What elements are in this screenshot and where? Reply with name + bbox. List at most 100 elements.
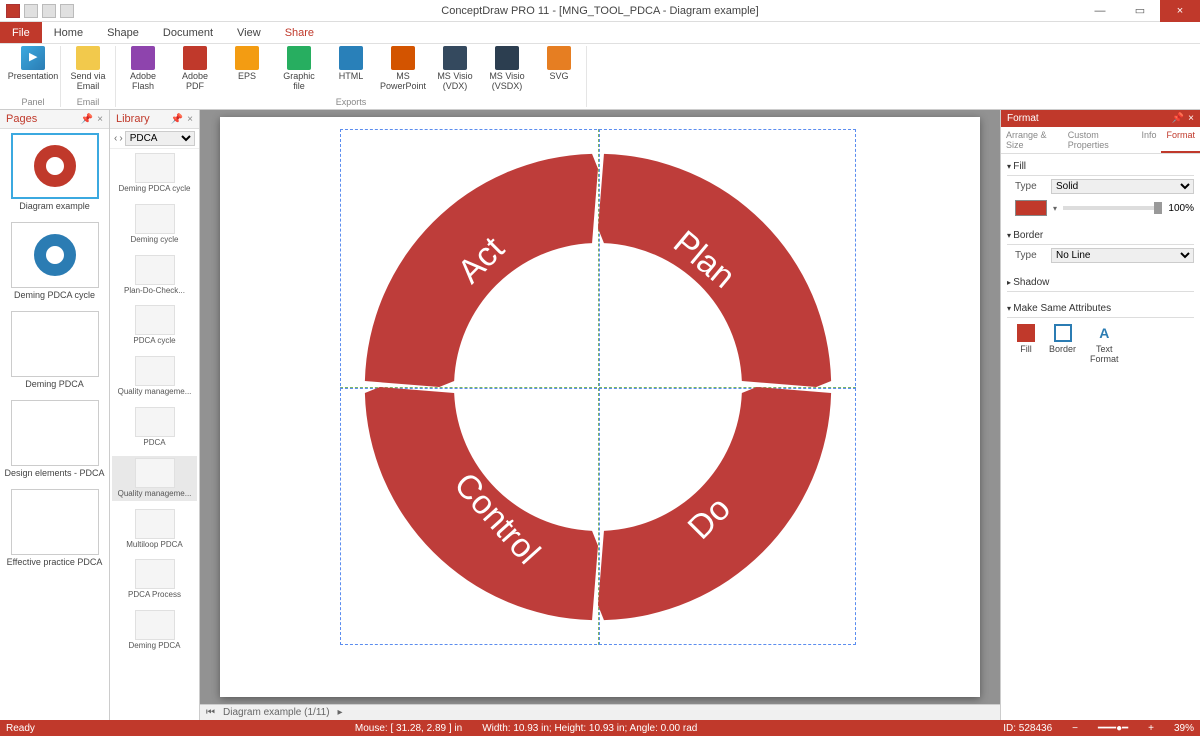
eps-label: EPS xyxy=(238,72,256,82)
minimize-button[interactable]: — xyxy=(1080,0,1120,22)
msa-section: Make Same Attributes Fill Border AText F… xyxy=(1001,296,1200,374)
title-bar: ConceptDraw PRO 11 - [MNG_TOOL_PDCA - Di… xyxy=(0,0,1200,22)
canvas-tab-bar: ⏮ Diagram example (1/11) ▸ xyxy=(200,704,1000,720)
canvas[interactable]: Plan Do Control Act xyxy=(200,110,1000,704)
export-flash-button[interactable]: Adobe Flash xyxy=(120,46,166,97)
library-item[interactable]: Deming PDCA cycle xyxy=(112,151,197,196)
page-thumb[interactable]: Deming PDCA cycle xyxy=(4,222,105,301)
group-label-panel: Panel xyxy=(10,97,56,107)
tab-arrange[interactable]: Arrange & Size xyxy=(1001,127,1063,153)
sheet-nav-first-icon[interactable]: ⏮ xyxy=(206,707,215,718)
maximize-button[interactable]: ▭ xyxy=(1120,0,1160,22)
tab-share[interactable]: Share xyxy=(273,22,326,43)
zoom-out-icon[interactable]: − xyxy=(1072,723,1078,734)
library-item[interactable]: PDCA cycle xyxy=(112,303,197,348)
vdx-icon xyxy=(443,46,467,70)
tab-file[interactable]: File xyxy=(0,22,42,43)
library-select[interactable]: PDCA xyxy=(125,131,195,146)
tab-shape[interactable]: Shape xyxy=(95,22,151,43)
zoom-slider[interactable]: ━━━●━ xyxy=(1098,723,1128,734)
tab-format[interactable]: Format xyxy=(1161,127,1200,153)
msa-border-button[interactable]: Border xyxy=(1049,324,1076,364)
page-thumb[interactable]: Diagram example xyxy=(4,133,105,212)
library-item[interactable]: PDCA xyxy=(112,405,197,450)
library-item-label: Quality manageme... xyxy=(114,490,195,499)
library-header: Library 📌 × xyxy=(110,110,199,129)
export-vdx-button[interactable]: MS Visio (VDX) xyxy=(432,46,478,97)
tab-home[interactable]: Home xyxy=(42,22,95,43)
msa-header[interactable]: Make Same Attributes xyxy=(1007,300,1194,318)
export-svg-button[interactable]: SVG xyxy=(536,46,582,97)
shadow-header[interactable]: Shadow xyxy=(1007,274,1194,292)
fill-type-select[interactable]: Solid xyxy=(1051,179,1194,194)
opacity-slider[interactable] xyxy=(1063,206,1162,210)
export-eps-button[interactable]: EPS xyxy=(224,46,270,97)
tab-info[interactable]: Info xyxy=(1136,127,1161,153)
library-panel: Library 📌 × ‹ › PDCA Deming PDCA cycle D… xyxy=(110,110,200,720)
svg-icon xyxy=(547,46,571,70)
library-item-label: Deming PDCA cycle xyxy=(114,185,195,194)
msa-fill-button[interactable]: Fill xyxy=(1017,324,1035,364)
fill-color-swatch[interactable] xyxy=(1015,200,1047,216)
fill-header[interactable]: Fill xyxy=(1007,158,1194,176)
export-html-button[interactable]: HTML xyxy=(328,46,374,97)
page-surface[interactable]: Plan Do Control Act xyxy=(220,117,980,697)
export-graphic-button[interactable]: Graphic file xyxy=(276,46,322,97)
qat-new-icon[interactable] xyxy=(24,4,38,18)
graphic-label: Graphic file xyxy=(283,72,315,92)
library-item-label: Quality manageme... xyxy=(114,388,195,397)
page-thumb[interactable]: Effective practice PDCA xyxy=(4,489,105,568)
page-thumb[interactable]: Deming PDCA xyxy=(4,311,105,390)
library-item[interactable]: Deming cycle xyxy=(112,202,197,247)
library-item[interactable]: Quality manageme... xyxy=(112,456,197,501)
library-item[interactable]: Plan-Do-Check... xyxy=(112,253,197,298)
sheet-nav-next-icon[interactable]: ▸ xyxy=(338,707,343,718)
opacity-value: 100% xyxy=(1168,203,1194,214)
pin-icon[interactable]: 📌 xyxy=(81,114,93,125)
library-item-label: Plan-Do-Check... xyxy=(114,287,195,296)
ribbon-group-panel: Presentation Panel xyxy=(6,46,61,107)
library-list[interactable]: Deming PDCA cycle Deming cycle Plan-Do-C… xyxy=(110,149,199,720)
library-item-label: PDCA Process xyxy=(114,591,195,600)
export-vsdx-button[interactable]: MS Visio (VSDX) xyxy=(484,46,530,97)
pdca-diagram[interactable]: Plan Do Control Act xyxy=(350,139,846,635)
close-panel-icon[interactable]: × xyxy=(97,114,103,125)
page-thumb[interactable]: Design elements - PDCA xyxy=(4,400,105,479)
library-item[interactable]: PDCA Process xyxy=(112,557,197,602)
msa-text-button[interactable]: AText Format xyxy=(1090,324,1119,364)
border-header[interactable]: Border xyxy=(1007,227,1194,245)
qat-save-icon[interactable] xyxy=(60,4,74,18)
library-title: Library xyxy=(116,113,150,125)
chevron-down-icon[interactable]: ▾ xyxy=(1053,204,1057,213)
sheet-tab[interactable]: Diagram example (1/11) xyxy=(223,707,330,718)
export-pdf-button[interactable]: Adobe PDF xyxy=(172,46,218,97)
pages-list[interactable]: Diagram example Deming PDCA cycle Deming… xyxy=(0,129,109,720)
fill-section: Fill Type Solid ▾ 100% xyxy=(1001,154,1200,223)
tab-view[interactable]: View xyxy=(225,22,273,43)
close-button[interactable]: × xyxy=(1160,0,1200,22)
qat-open-icon[interactable] xyxy=(42,4,56,18)
presentation-button[interactable]: Presentation xyxy=(10,46,56,97)
lib-fwd-icon[interactable]: › xyxy=(119,133,122,144)
close-panel-icon[interactable]: × xyxy=(187,114,193,125)
status-bar: Ready Mouse: [ 31.28, 2.89 ] in Width: 1… xyxy=(0,720,1200,736)
presentation-label: Presentation xyxy=(8,72,59,82)
zoom-in-icon[interactable]: + xyxy=(1148,723,1154,734)
page-thumb-label: Diagram example xyxy=(4,202,105,212)
export-ppt-button[interactable]: MS PowerPoint xyxy=(380,46,426,97)
app-icon[interactable] xyxy=(6,4,20,18)
close-panel-icon[interactable]: × xyxy=(1188,113,1194,124)
library-item[interactable]: Multiloop PDCA xyxy=(112,507,197,552)
html-label: HTML xyxy=(339,72,364,82)
lib-back-icon[interactable]: ‹ xyxy=(114,133,117,144)
send-email-button[interactable]: Send via Email xyxy=(65,46,111,97)
vsdx-label: MS Visio (VSDX) xyxy=(489,72,524,92)
svg-label: SVG xyxy=(549,72,568,82)
library-item[interactable]: Quality manageme... xyxy=(112,354,197,399)
tab-document[interactable]: Document xyxy=(151,22,225,43)
tab-custom[interactable]: Custom Properties xyxy=(1063,127,1137,153)
pin-icon[interactable]: 📌 xyxy=(171,114,183,125)
border-type-select[interactable]: No Line xyxy=(1051,248,1194,263)
library-item[interactable]: Deming PDCA xyxy=(112,608,197,653)
pin-icon[interactable]: 📌 xyxy=(1172,113,1184,124)
